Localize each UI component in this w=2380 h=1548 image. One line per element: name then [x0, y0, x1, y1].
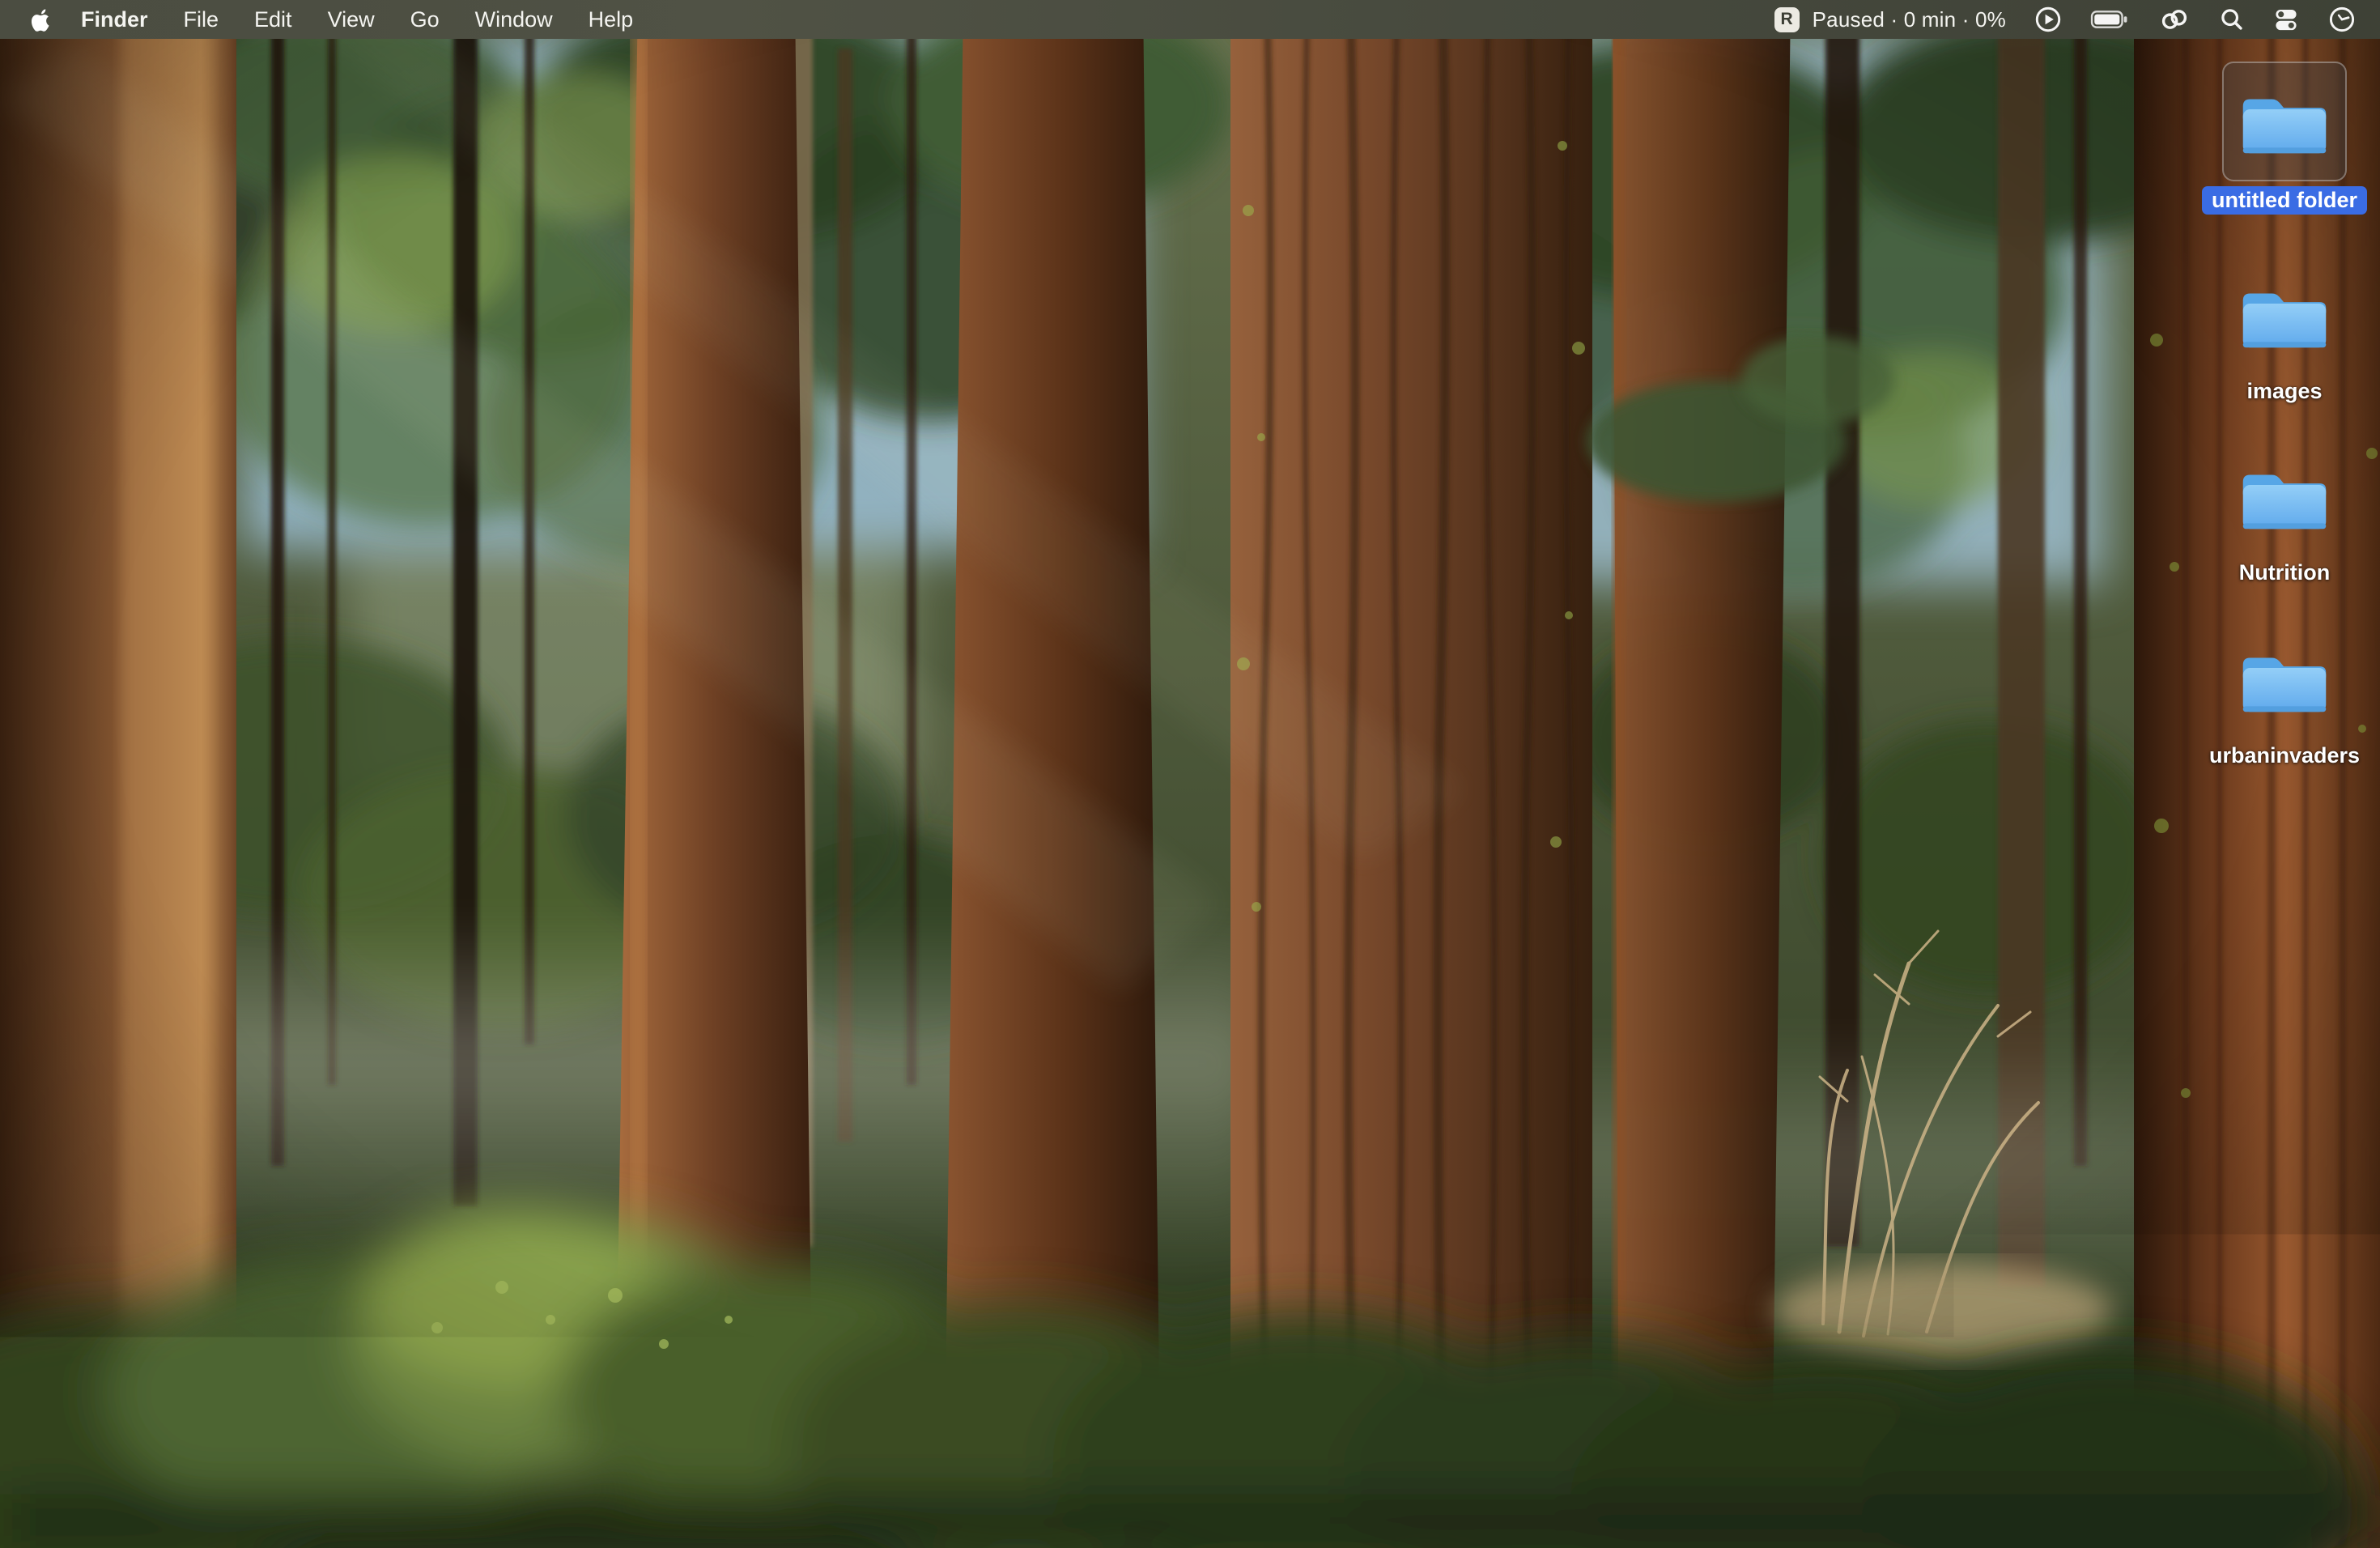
slack-icon — [1243, 1461, 1311, 1529]
finder-icon — [435, 1461, 503, 1529]
zoom-icon: zoom — [1320, 1461, 1388, 1529]
svg-text:Aa: Aa — [1655, 1482, 1685, 1510]
dock-screenshot-loupe-app[interactable] — [1398, 1455, 1466, 1539]
evernote-icon — [1165, 1461, 1233, 1529]
menu-item-edit[interactable]: Edit — [236, 0, 310, 39]
search-icon[interactable] — [2220, 7, 2244, 32]
dock: FEB 17 — [423, 1454, 1957, 1540]
dock-separator — [1709, 1455, 1730, 1539]
dock-notes[interactable] — [746, 1455, 814, 1539]
dock-evernote[interactable] — [1165, 1455, 1233, 1539]
pdf-document-icon: PDF — [1740, 1461, 1793, 1531]
menu-bar-left: Finder File Edit View Go Window Help — [0, 0, 651, 39]
dock-pdf-document[interactable]: PDF — [1740, 1455, 1793, 1539]
dock-sublime-text[interactable] — [1087, 1455, 1155, 1539]
paused-status-text: Paused · 0 min · 0% — [1813, 7, 2006, 32]
folder-label[interactable]: untitled folder — [2202, 186, 2367, 215]
dock-reminders[interactable] — [668, 1455, 736, 1539]
svg-text:FEB: FEB — [613, 1468, 636, 1479]
folder-frame — [2224, 622, 2345, 738]
folder-icon — [2237, 277, 2332, 355]
notes-icon — [746, 1461, 814, 1529]
dock-spark-mail[interactable] — [1476, 1455, 1544, 1539]
stray-dot — [1077, 1530, 1083, 1536]
folder-icon — [2237, 641, 2332, 720]
folder-label[interactable]: urbaninvaders — [2209, 743, 2360, 768]
dock-slack[interactable] — [1243, 1455, 1311, 1539]
folder-selection-frame — [2222, 62, 2347, 181]
dock-finder[interactable] — [435, 1455, 503, 1539]
sequoia-forest-wallpaper — [0, 0, 2380, 1548]
stray-dot — [1078, 1491, 1083, 1495]
battery-icon[interactable] — [2090, 7, 2129, 32]
reminders-icon — [668, 1461, 736, 1529]
dock-sublime-minimized-window[interactable] — [1803, 1455, 1874, 1539]
svg-text:17: 17 — [604, 1483, 644, 1525]
app-store-icon — [823, 1461, 891, 1529]
menu-item-window[interactable]: Window — [457, 0, 571, 39]
play-circle-icon[interactable] — [2035, 6, 2061, 32]
dock-launchpad[interactable] — [512, 1455, 580, 1539]
menu-bar-status-area: R Paused · 0 min · 0% — [1774, 6, 2356, 33]
settings-notification-badge: 1 — [946, 1455, 967, 1477]
dock-dictionary[interactable]: Aa — [1631, 1455, 1699, 1539]
dock-system-settings[interactable]: 1 — [901, 1455, 969, 1539]
menu-item-file[interactable]: File — [166, 0, 237, 39]
desktop-folder-nutrition[interactable]: Nutrition — [2189, 439, 2380, 585]
dock-zoom[interactable]: zoom — [1320, 1455, 1388, 1539]
svg-text:PDF: PDF — [1759, 1515, 1774, 1522]
apple-menu[interactable] — [31, 7, 52, 32]
dock-whatsapp[interactable] — [1553, 1455, 1621, 1539]
linked-devices-icon[interactable] — [2158, 7, 2191, 32]
dictionary-icon: Aa — [1631, 1461, 1699, 1529]
folder-icon — [2237, 458, 2332, 537]
folder-label[interactable]: Nutrition — [2239, 560, 2330, 585]
clock-icon[interactable] — [2328, 6, 2356, 33]
dock-calendar[interactable]: FEB 17 — [590, 1455, 658, 1539]
menu-item-go[interactable]: Go — [393, 0, 457, 39]
dock-trash[interactable] — [1884, 1455, 1945, 1539]
dock-app-store[interactable] — [823, 1455, 891, 1539]
folder-label[interactable]: images — [2246, 379, 2322, 404]
desktop-folder-images[interactable]: images — [2189, 257, 2380, 404]
control-center-icon[interactable] — [2273, 6, 2299, 32]
dock-chrome[interactable] — [979, 1455, 1047, 1539]
sublime-window-icon — [1803, 1461, 1874, 1531]
folder-icon — [2237, 83, 2332, 161]
desktop-icon-column: untitled folder images Nutrition urbanin… — [2189, 0, 2380, 1548]
calendar-icon: FEB 17 — [590, 1461, 658, 1529]
desktop-folder-urbaninvaders[interactable]: urbaninvaders — [2189, 622, 2380, 768]
svg-text:zoom: zoom — [1330, 1486, 1378, 1506]
rescuetime-status[interactable]: R Paused · 0 min · 0% — [1774, 7, 2006, 32]
chrome-icon — [979, 1461, 1047, 1529]
spark-mail-icon — [1476, 1461, 1544, 1529]
dock-separator — [1056, 1455, 1077, 1539]
desktop-folder-untitled[interactable]: untitled folder — [2189, 62, 2380, 215]
folder-frame — [2224, 439, 2345, 555]
loupe-photo-icon — [1398, 1461, 1466, 1529]
r-app-badge-icon: R — [1774, 7, 1800, 32]
menu-bar: Finder File Edit View Go Window Help R P… — [0, 0, 2380, 39]
menu-item-help[interactable]: Help — [571, 0, 652, 39]
folder-frame — [2224, 257, 2345, 374]
sublime-text-icon — [1087, 1461, 1155, 1529]
trash-full-icon — [1884, 1461, 1945, 1533]
whatsapp-icon — [1553, 1461, 1621, 1529]
launchpad-icon — [512, 1461, 580, 1529]
menu-item-finder[interactable]: Finder — [63, 0, 166, 39]
desktop-screen: Finder File Edit View Go Window Help R P… — [0, 0, 2380, 1548]
apple-logo-icon — [31, 7, 52, 32]
menu-item-view[interactable]: View — [310, 0, 393, 39]
